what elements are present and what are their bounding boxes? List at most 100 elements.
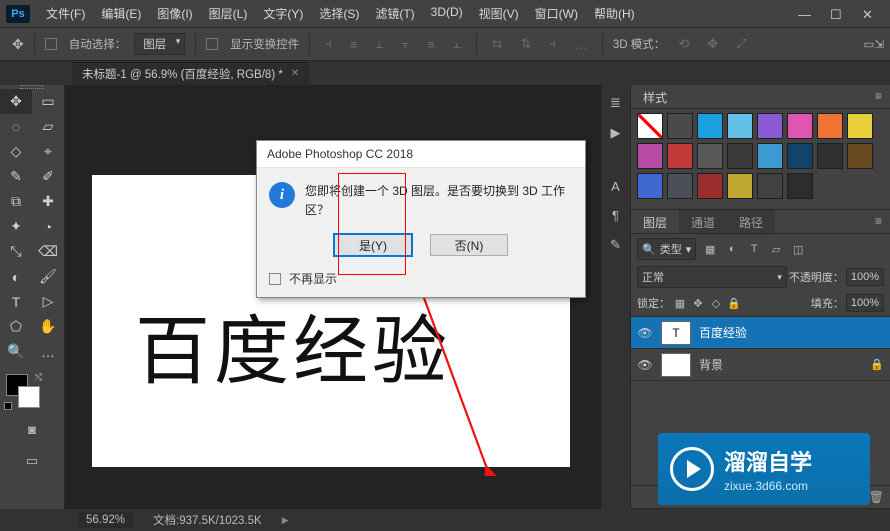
lock-position-icon[interactable]: ✥ — [690, 295, 706, 311]
move-tool[interactable]: ✥ — [0, 89, 32, 114]
styles-menu-icon[interactable]: ≡ — [867, 85, 890, 108]
close-tab-icon[interactable]: ✕ — [291, 68, 299, 79]
style-swatch[interactable] — [667, 143, 693, 169]
style-swatch[interactable] — [817, 113, 843, 139]
visibility-icon[interactable]: 👁 — [637, 326, 653, 340]
panel-menu-icon[interactable]: ▭⇲ — [863, 37, 884, 51]
style-swatch[interactable] — [757, 113, 783, 139]
menu-file[interactable]: 文件(F) — [38, 0, 93, 27]
crop-tool[interactable]: ◇ — [0, 139, 32, 164]
filter-adjust-icon[interactable]: ◐ — [724, 241, 740, 257]
shape-tool[interactable]: ⬠ — [0, 314, 32, 339]
brush-panel-icon[interactable]: ✎ — [610, 237, 621, 253]
delete-layer-icon[interactable]: 🗑 — [869, 490, 884, 504]
style-swatch[interactable] — [757, 173, 783, 199]
style-swatch[interactable] — [817, 143, 843, 169]
lock-artboard-icon[interactable]: ◇ — [708, 295, 724, 311]
quickmask-toggle[interactable]: ◙ — [0, 418, 64, 440]
dist-3-icon[interactable]: ⫞ — [544, 36, 561, 52]
align-center-icon[interactable]: ≡ — [345, 37, 363, 52]
yes-button[interactable]: 是(Y) — [334, 234, 412, 256]
lock-pixels-icon[interactable]: ▦ — [672, 295, 688, 311]
style-swatch[interactable] — [637, 143, 663, 169]
screenmode-toggle[interactable]: ▭ — [0, 450, 64, 472]
style-swatch[interactable] — [847, 113, 873, 139]
opacity-dd[interactable]: 100% — [846, 268, 884, 286]
style-swatch[interactable] — [757, 143, 783, 169]
history-panel-icon[interactable]: ≣ — [610, 95, 621, 111]
visibility-icon[interactable]: 👁 — [637, 358, 653, 372]
layer-name[interactable]: 百度经验 — [699, 324, 747, 341]
zoom-tool[interactable]: 🔍 — [0, 339, 32, 364]
menu-image[interactable]: 图像(I) — [149, 0, 200, 27]
lock-all-icon[interactable]: 🔒 — [726, 295, 742, 311]
menu-3d[interactable]: 3D(D) — [423, 0, 471, 27]
path-select-tool[interactable]: ▷ — [32, 289, 64, 314]
history-brush[interactable]: ✦ — [0, 214, 32, 239]
style-swatch[interactable] — [697, 113, 723, 139]
style-swatch[interactable] — [667, 113, 693, 139]
filter-type-icon[interactable]: T — [746, 241, 762, 257]
document-tab[interactable]: 未标题-1 @ 56.9% (百度经验, RGB/8) * ✕ — [72, 62, 309, 85]
align-top-icon[interactable]: ⫟ — [396, 36, 414, 52]
style-swatch[interactable] — [697, 143, 723, 169]
style-swatch[interactable] — [637, 113, 663, 139]
dist-4-icon[interactable]: … — [569, 37, 592, 52]
marquee-tool[interactable]: ◌ — [0, 114, 32, 139]
menu-window[interactable]: 窗口(W) — [527, 0, 586, 27]
menu-help[interactable]: 帮助(H) — [586, 0, 643, 27]
layer-background[interactable]: 👁 背景 🔒 — [631, 349, 890, 381]
healing-tool[interactable]: ✐ — [32, 164, 64, 189]
layer-name[interactable]: 背景 — [699, 356, 723, 373]
3d-orbit-icon[interactable]: ⟲ — [673, 36, 694, 52]
filter-shape-icon[interactable]: ▱ — [768, 241, 784, 257]
color-swatches[interactable]: ⤭ — [6, 374, 40, 408]
minimize-button[interactable]: — — [798, 7, 812, 21]
paragraph-panel-icon[interactable]: ¶ — [612, 208, 619, 223]
auto-select-target[interactable]: 图层 — [134, 33, 185, 55]
align-right-icon[interactable]: ⫠ — [370, 36, 388, 52]
align-left-icon[interactable]: ⫞ — [320, 36, 337, 52]
blend-mode-dd[interactable]: 正常 — [637, 266, 787, 288]
edit-toolbar[interactable]: … — [32, 339, 64, 364]
doc-size[interactable]: 文档:937.5K/1023.5K — [153, 512, 262, 528]
no-button[interactable]: 否(N) — [430, 234, 508, 256]
blur-tool[interactable]: ⌫ — [32, 239, 64, 264]
artboard-tool[interactable]: ▭ — [32, 89, 64, 114]
actions-panel-icon[interactable]: ▶ — [611, 125, 621, 141]
filter-pixel-icon[interactable]: ▦ — [702, 241, 718, 257]
character-panel-icon[interactable]: A — [611, 179, 620, 194]
brush-tool[interactable]: ⧉ — [0, 189, 32, 214]
style-swatch[interactable] — [787, 143, 813, 169]
pen-tool[interactable]: 🖌 — [32, 264, 64, 289]
filter-kind-dd[interactable]: 🔍 类型 ▾ — [637, 238, 696, 260]
close-button[interactable]: ✕ — [862, 7, 876, 21]
dist-h-icon[interactable]: ⇆ — [487, 36, 508, 52]
eyedropper-tool[interactable]: ✎ — [0, 164, 32, 189]
style-swatch[interactable] — [727, 143, 753, 169]
styles-tab[interactable]: 样式 — [631, 85, 679, 108]
style-swatch[interactable] — [727, 173, 753, 199]
zoom-field[interactable]: 56.92% — [78, 512, 133, 528]
menu-filter[interactable]: 滤镜(T) — [367, 0, 422, 27]
background-color[interactable] — [18, 386, 40, 408]
show-transform-checkbox[interactable] — [206, 38, 218, 50]
paths-tab[interactable]: 路径 — [727, 210, 775, 233]
default-colors-icon[interactable] — [4, 402, 12, 410]
style-swatch[interactable] — [697, 173, 723, 199]
fill-dd[interactable]: 100% — [846, 294, 884, 312]
auto-select-checkbox[interactable] — [45, 38, 57, 50]
style-swatch[interactable] — [787, 173, 813, 199]
menu-edit[interactable]: 编辑(E) — [93, 0, 149, 27]
lasso-tool[interactable]: ▱ — [32, 114, 64, 139]
align-bottom-icon[interactable]: ⫠ — [448, 36, 466, 52]
filter-smart-icon[interactable]: ◫ — [790, 241, 806, 257]
menu-view[interactable]: 视图(V) — [471, 0, 527, 27]
layers-tab[interactable]: 图层 — [631, 210, 679, 233]
style-swatch[interactable] — [667, 173, 693, 199]
style-swatch[interactable] — [727, 113, 753, 139]
3d-pan-icon[interactable]: ✥ — [702, 36, 723, 52]
eraser-tool[interactable]: ◔ — [32, 214, 64, 239]
menu-layer[interactable]: 图层(L) — [201, 0, 256, 27]
channels-tab[interactable]: 通道 — [679, 210, 727, 233]
